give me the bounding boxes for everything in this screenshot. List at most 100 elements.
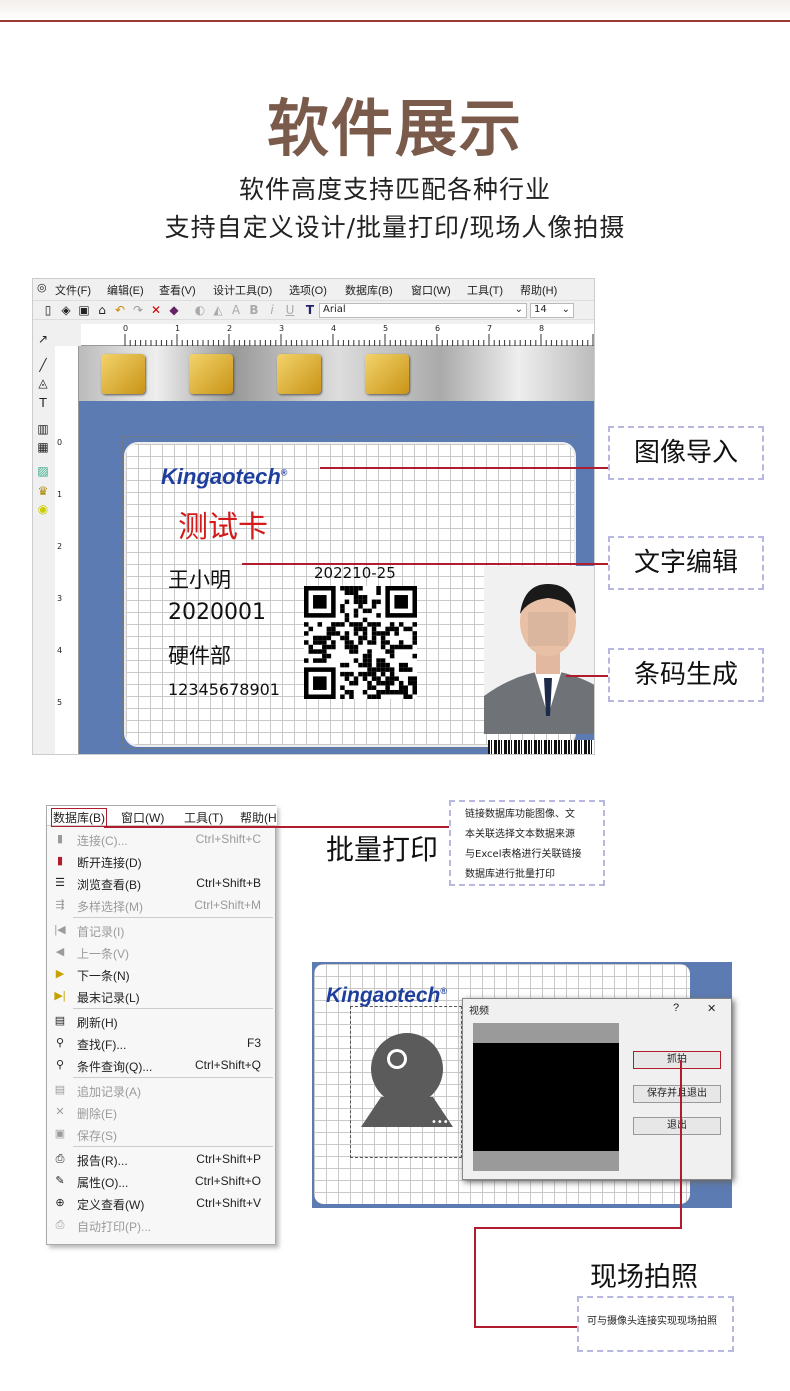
db-menu-item[interactable]: ⎙ 报告(R)... Ctrl+Shift+P — [47, 1148, 277, 1170]
report-icon: ⎙ — [55, 1153, 65, 1165]
menu-options[interactable]: 选项(O) — [289, 282, 327, 298]
ruler-mark: 6 — [435, 324, 441, 333]
callout-text-edit: 文字编辑 — [608, 536, 764, 590]
help-icon[interactable]: ? — [673, 1002, 679, 1014]
exit-button[interactable]: 退出 — [633, 1117, 721, 1135]
menu-separator — [73, 1008, 273, 1009]
ring-icon[interactable]: ◉ — [36, 502, 50, 516]
db-menu-database[interactable]: 数据库(B) — [51, 808, 107, 827]
fill-icon[interactable]: ◭ — [211, 303, 225, 317]
card-date[interactable]: 202210-25 — [314, 564, 396, 582]
qr-code[interactable] — [304, 586, 417, 699]
undo-icon[interactable]: ↶ — [113, 303, 127, 317]
menu-edit[interactable]: 编辑(E) — [107, 282, 144, 298]
template-icon[interactable] — [365, 354, 409, 394]
font-size-select[interactable]: 14 ⌄ — [530, 303, 574, 318]
photo-placeholder-frame[interactable]: ••• — [350, 1006, 462, 1158]
image-icon[interactable]: ▨ — [36, 464, 50, 478]
template-icon[interactable] — [189, 354, 233, 394]
note-line: 与Excel表格进行关联链接 — [465, 849, 582, 860]
menu-help[interactable]: 帮助(H) — [520, 282, 557, 298]
db-menu-item[interactable]: ▣ 保存(S) — [47, 1123, 277, 1145]
delete-icon[interactable]: ✕ — [149, 303, 163, 317]
ruler-mark: 3 — [279, 324, 285, 333]
book-icon[interactable]: ◆ — [167, 303, 181, 317]
barcode-icon[interactable]: ▥ — [36, 422, 50, 436]
shape-icon[interactable]: ◬ — [36, 376, 50, 390]
db-menu-item[interactable]: ⊕ 定义查看(W) Ctrl+Shift+V — [47, 1192, 277, 1214]
font-color-icon[interactable]: A — [229, 303, 243, 317]
db-menu-item-label: 删除(E) — [77, 1107, 117, 1121]
db-menu-item[interactable]: ▮ 断开连接(D) — [47, 850, 277, 872]
db-menu-tools[interactable]: 工具(T) — [184, 809, 223, 826]
menu-tools[interactable]: 工具(T) — [467, 282, 503, 298]
portrait-photo[interactable] — [484, 566, 594, 734]
db-menu-item-label: 自动打印(P)... — [77, 1220, 151, 1234]
menu-design-tools[interactable]: 设计工具(D) — [213, 282, 272, 298]
capture-button[interactable]: 抓拍 — [633, 1051, 721, 1069]
db-menu-item-shortcut: Ctrl+Shift+M — [194, 898, 261, 912]
font-name-select[interactable]: Arial ⌄ — [319, 303, 527, 318]
card-id[interactable]: 2020001 — [168, 600, 266, 625]
db-menu-item[interactable]: ⎙ 自动打印(P)... — [47, 1214, 277, 1236]
db-menu-item[interactable]: |◀ 首记录(I) — [47, 919, 277, 941]
db-menu-window[interactable]: 窗口(W) — [121, 809, 164, 826]
db-menu-item[interactable]: ▶| 最末记录(L) — [47, 985, 277, 1007]
open-icon[interactable]: ◈ — [59, 303, 73, 317]
underline-icon[interactable]: U — [283, 303, 297, 317]
text-icon[interactable]: T — [36, 396, 50, 410]
define-view-icon: ⊕ — [55, 1197, 65, 1209]
batch-print-note: 链接数据库功能图像、文 本关联选择文本数据来源 与Excel表格进行关联链接 数… — [449, 800, 605, 886]
id-card[interactable]: Kingaotech® 测试卡 王小明 2020001 硬件部 12345678… — [124, 442, 594, 754]
line-icon[interactable]: ╱ — [36, 358, 50, 372]
design-canvas[interactable]: Kingaotech® 测试卡 王小明 2020001 硬件部 12345678… — [79, 346, 594, 754]
bold-icon[interactable]: B — [247, 303, 261, 317]
db-menu-help[interactable]: 帮助(H — [240, 809, 277, 826]
menu-file[interactable]: 文件(F) — [55, 282, 91, 298]
card-name[interactable]: 王小明 — [168, 564, 231, 594]
ruler-mark: 2 — [227, 324, 233, 333]
db-menu-item-label: 上一条(V) — [77, 947, 129, 961]
menu-window[interactable]: 窗口(W) — [411, 282, 451, 298]
menu-view[interactable]: 查看(V) — [159, 282, 196, 298]
db-menu-item[interactable]: ◀ 上一条(V) — [47, 941, 277, 963]
app-icon: ◎ — [37, 282, 47, 294]
pointer-icon[interactable]: ↗ — [36, 332, 50, 346]
template-icon[interactable] — [277, 354, 321, 394]
db-menu-item[interactable]: ▶ 下一条(N) — [47, 963, 277, 985]
db-menu-item-label: 属性(O)... — [77, 1176, 129, 1190]
save-exit-button[interactable]: 保存并且退出 — [633, 1085, 721, 1103]
db-menu-item[interactable]: ⇶ 多样选择(M) Ctrl+Shift+M — [47, 894, 277, 916]
db-menu-item[interactable]: ✕ 删除(E) — [47, 1101, 277, 1123]
menu-database[interactable]: 数据库(B) — [345, 282, 393, 298]
card-title[interactable]: 测试卡 — [178, 502, 268, 546]
db-menu-item[interactable]: ☰ 浏览查看(B) Ctrl+Shift+B — [47, 872, 277, 894]
draw-icon[interactable]: ◐ — [193, 303, 207, 317]
db-disconnect-icon: ▮ — [56, 855, 64, 867]
db-menu-item[interactable]: ⚲ 查找(F)... F3 — [47, 1032, 277, 1054]
delete-record-icon: ✕ — [55, 1106, 65, 1118]
ruler-mark: 1 — [175, 324, 181, 333]
chevron-down-icon: ⌄ — [514, 304, 523, 315]
save-icon[interactable]: ▣ — [77, 303, 91, 317]
card-dept[interactable]: 硬件部 — [168, 640, 231, 670]
vruler-mark: 4 — [57, 646, 63, 655]
note-line: 链接数据库功能图像、文 — [465, 809, 575, 820]
db-menu-item[interactable]: ▮ 连接(C)... Ctrl+Shift+C — [47, 828, 277, 850]
print-icon[interactable]: ⌂ — [95, 303, 109, 317]
card-phone[interactable]: 12345678901 — [168, 680, 280, 699]
db-menu-item[interactable]: ⚲ 条件查询(Q)... Ctrl+Shift+Q — [47, 1054, 277, 1076]
italic-icon[interactable]: i — [265, 303, 279, 317]
db-menu-item[interactable]: ▤ 追加记录(A) — [47, 1079, 277, 1101]
svg-text:•••: ••• — [431, 1117, 449, 1128]
db-menu-item[interactable]: ✎ 属性(O)... Ctrl+Shift+O — [47, 1170, 277, 1192]
template-icon[interactable] — [101, 354, 145, 394]
db-menu-item[interactable]: ▤ 刷新(H) — [47, 1010, 277, 1032]
close-icon[interactable]: ✕ — [707, 1002, 716, 1015]
qrcode-icon[interactable]: ▦ — [36, 440, 50, 454]
live-photo-label: 现场拍照 — [590, 1262, 698, 1293]
new-icon[interactable]: ▯ — [41, 303, 55, 317]
barcode[interactable] — [488, 740, 594, 754]
redo-icon[interactable]: ↷ — [131, 303, 145, 317]
trophy-icon[interactable]: ♛ — [36, 484, 50, 498]
